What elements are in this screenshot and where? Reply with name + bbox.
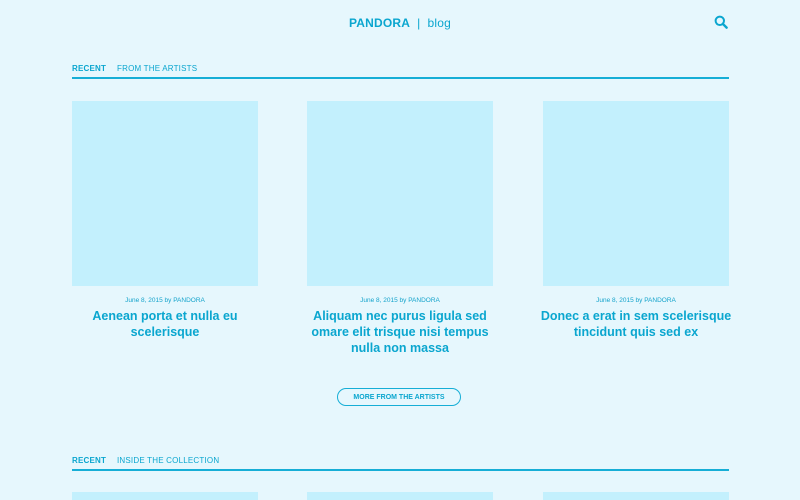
post-thumbnail[interactable] [307, 101, 493, 286]
post-thumbnail[interactable] [72, 492, 258, 500]
post-card: June 8, 2015 by PANDORA Donec a erat in … [541, 101, 731, 340]
post-meta: June 8, 2015 by PANDORA [125, 297, 205, 304]
brand-name[interactable]: PANDORA [349, 16, 410, 30]
site-brand[interactable]: PANDORA | blog [0, 16, 800, 30]
search-icon [714, 15, 728, 29]
tab-from-the-artists[interactable]: FROM THE ARTISTS [117, 64, 197, 73]
post-title[interactable]: Aenean porta et nulla eu scelerisque [72, 308, 258, 340]
more-from-the-artists-button[interactable]: MORE FROM THE ARTISTS [337, 388, 461, 406]
post-title[interactable]: Aliquam nec purus ligula sed omare elit … [307, 308, 493, 356]
post-thumbnail[interactable] [307, 492, 493, 500]
post-thumbnail[interactable] [72, 101, 258, 286]
post-meta: June 8, 2015 by PANDORA [596, 297, 676, 304]
search-button[interactable] [714, 15, 732, 33]
post-card: June 8, 2015 by PANDORA Aenean porta et … [72, 101, 258, 340]
site-header: PANDORA | blog [0, 0, 800, 48]
brand-separator: | [417, 16, 421, 30]
tab-recent[interactable]: RECENT [72, 456, 106, 465]
tab-recent[interactable]: RECENT [72, 64, 106, 73]
post-meta: June 8, 2015 by PANDORA [360, 297, 440, 304]
post-thumbnail[interactable] [543, 492, 729, 500]
post-card: June 8, 2015 by PANDORA Aliquam nec puru… [307, 101, 493, 356]
post-thumbnail[interactable] [543, 101, 729, 286]
section-tabs-collection: RECENT INSIDE THE COLLECTION [72, 455, 729, 471]
brand-section[interactable]: blog [428, 16, 452, 30]
tab-inside-the-collection[interactable]: INSIDE THE COLLECTION [117, 456, 219, 465]
post-title[interactable]: Donec a erat in sem scelerisque tincidun… [538, 308, 734, 340]
section-tabs-artists: RECENT FROM THE ARTISTS [72, 63, 729, 79]
